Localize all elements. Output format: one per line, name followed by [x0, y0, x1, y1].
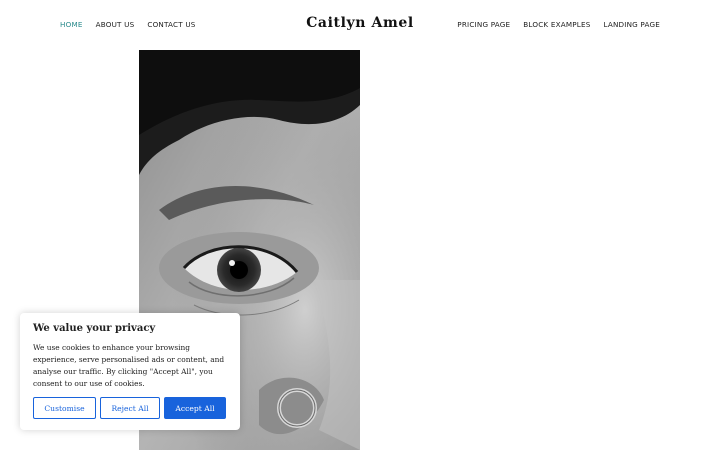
nav-item-block-examples[interactable]: BLOCK EXAMPLES — [523, 20, 590, 29]
cookie-banner-title: We value your privacy — [33, 323, 156, 334]
nav-item-pricing-page[interactable]: PRICING PAGE — [457, 20, 510, 29]
customise-button[interactable]: Customise — [33, 397, 96, 419]
site-header: HOME ABOUT US CONTACT US Caitlyn Amel PR… — [0, 0, 720, 50]
eye-highlight — [229, 260, 235, 266]
accept-all-button[interactable]: Accept All — [164, 397, 226, 419]
cookie-banner-description: We use cookies to enhance your browsing … — [33, 343, 225, 388]
reject-all-button[interactable]: Reject All — [100, 397, 160, 419]
secondary-nav: PRICING PAGE BLOCK EXAMPLES LANDING PAGE — [457, 20, 660, 29]
cookie-consent-banner: We value your privacy We use cookies to … — [20, 313, 240, 430]
nav-item-landing-page[interactable]: LANDING PAGE — [603, 20, 660, 29]
cookie-banner-actions: Customise Reject All Accept All — [33, 397, 226, 419]
